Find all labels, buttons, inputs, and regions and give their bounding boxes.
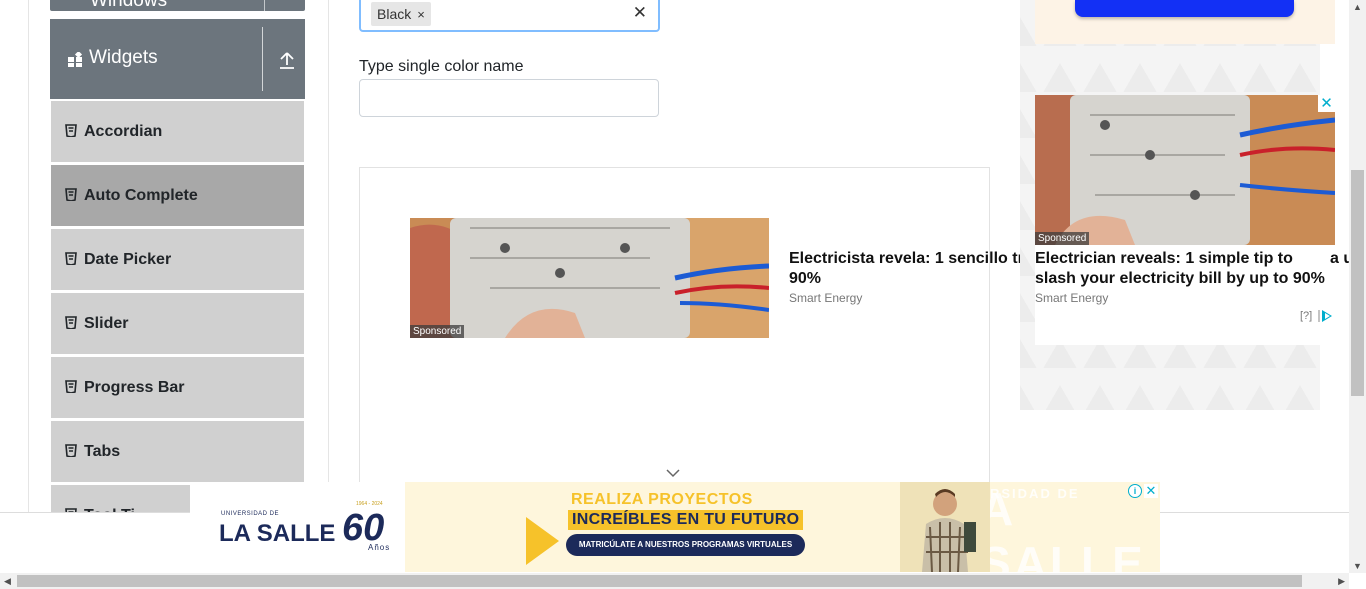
- sidebar-item-label: Auto Complete: [84, 187, 198, 204]
- ad-source: Smart Energy: [789, 291, 863, 305]
- banner-headline-1: REALIZA PROYECTOS: [571, 491, 753, 508]
- play-triangle-icon: [526, 517, 559, 565]
- close-icon[interactable]: ✕: [1318, 95, 1335, 112]
- single-color-label: Type single color name: [359, 58, 524, 75]
- banner-headline-2: INCREÍBLES EN TU FUTURO: [568, 510, 804, 530]
- scroll-right-arrow-icon[interactable]: ▶: [1338, 576, 1345, 587]
- side-ad-title[interactable]: Electrician reveals: 1 simple tip to sla…: [1035, 249, 1335, 289]
- vertical-scrollbar-thumb[interactable]: [1351, 170, 1364, 396]
- file-icon: [65, 380, 77, 393]
- sidebar-item-slider[interactable]: Slider: [51, 292, 304, 354]
- sidebar-item-progress-bar[interactable]: Progress Bar: [51, 356, 304, 418]
- sidebar-item-accordian[interactable]: Accordian: [51, 100, 304, 162]
- adchoices-icon[interactable]: [1318, 309, 1334, 323]
- file-icon: [65, 444, 77, 457]
- banner-uni-small: UNIVERSIDAD DE: [221, 511, 280, 517]
- sidebar-group-title: Widgets: [89, 47, 158, 68]
- banner-logo-area: UNIVERSIDAD DE LA SALLE 1964 - 2024 60 A…: [190, 482, 405, 572]
- single-color-input[interactable]: [359, 79, 659, 117]
- chip-remove-icon[interactable]: ×: [417, 7, 425, 22]
- side-ad-source: Smart Energy: [1035, 291, 1109, 305]
- multi-color-input[interactable]: Black × ✕: [359, 0, 660, 32]
- sidebar-item-label: Accordian: [84, 123, 163, 140]
- side-ad-button[interactable]: [1075, 0, 1294, 17]
- close-icon[interactable]: ✕: [1144, 484, 1158, 498]
- sponsored-badge: Sponsored: [410, 325, 465, 338]
- file-icon: [65, 316, 77, 329]
- file-icon: [65, 124, 77, 137]
- scroll-down-arrow-icon[interactable]: ▼: [1353, 561, 1362, 571]
- sidebar-item-label: Tabs: [84, 443, 121, 460]
- sidebar-group-widgets[interactable]: Widgets: [50, 19, 305, 99]
- bottom-banner-ad[interactable]: UNIVERSIDAD DE LA SALLE 1964 - 2024 60 A…: [190, 482, 1160, 572]
- banner-uni-name: LA SALLE: [219, 520, 336, 547]
- ad-title-line-2: 90%: [789, 270, 822, 287]
- scroll-left-arrow-icon[interactable]: ◀: [4, 576, 11, 587]
- ad-title[interactable]: Electricista revela: 1 sencillo truco 90…: [789, 249, 1025, 289]
- banner-person-image: [900, 482, 990, 572]
- ad-info-icon[interactable]: i: [1128, 484, 1142, 498]
- color-chip-label: Black: [377, 6, 412, 22]
- banner-anos: Años: [368, 543, 391, 552]
- ad-title-line-1: Electricista revela: 1 sencillo truco: [789, 250, 1025, 267]
- side-ad-title-overflow: a u: [1330, 250, 1350, 267]
- content-left-border: [28, 0, 29, 512]
- group-separator: [262, 27, 263, 91]
- banner-cta-button[interactable]: MATRICÚLATE A NUESTROS PROGRAMAS VIRTUAL…: [566, 534, 805, 556]
- scroll-up-arrow-icon[interactable]: ▲: [1353, 2, 1362, 12]
- collapse-up-icon[interactable]: [276, 49, 298, 71]
- chevron-down-icon[interactable]: [665, 468, 681, 478]
- sidebar-item-tabs[interactable]: Tabs: [51, 420, 304, 482]
- widgets-grid-icon: [68, 52, 83, 67]
- sidebar-item-label: Slider: [84, 315, 129, 332]
- file-icon: [65, 252, 77, 265]
- sidebar-group-windows-label: Windows: [90, 0, 168, 11]
- group-separator: [264, 0, 265, 11]
- sidebar-item-date-picker[interactable]: Date Picker: [51, 228, 304, 290]
- color-chip: Black ×: [371, 2, 431, 26]
- side-ad-image[interactable]: Sponsored: [1035, 95, 1335, 245]
- column-divider: [328, 0, 329, 512]
- sponsored-badge: Sponsored: [1035, 232, 1090, 245]
- sidebar-item-label: Progress Bar: [84, 379, 185, 396]
- ad-help-link[interactable]: [?]: [1300, 310, 1312, 322]
- ad-image[interactable]: Sponsored: [410, 218, 769, 338]
- horizontal-scrollbar-thumb[interactable]: [17, 575, 1302, 587]
- file-icon: [65, 188, 77, 201]
- sidebar-item-label: Date Picker: [84, 251, 172, 268]
- clear-all-icon[interactable]: ✕: [633, 3, 647, 23]
- sidebar-group-windows[interactable]: Windows: [50, 0, 305, 11]
- sidebar-item-auto-complete[interactable]: Auto Complete: [51, 164, 304, 226]
